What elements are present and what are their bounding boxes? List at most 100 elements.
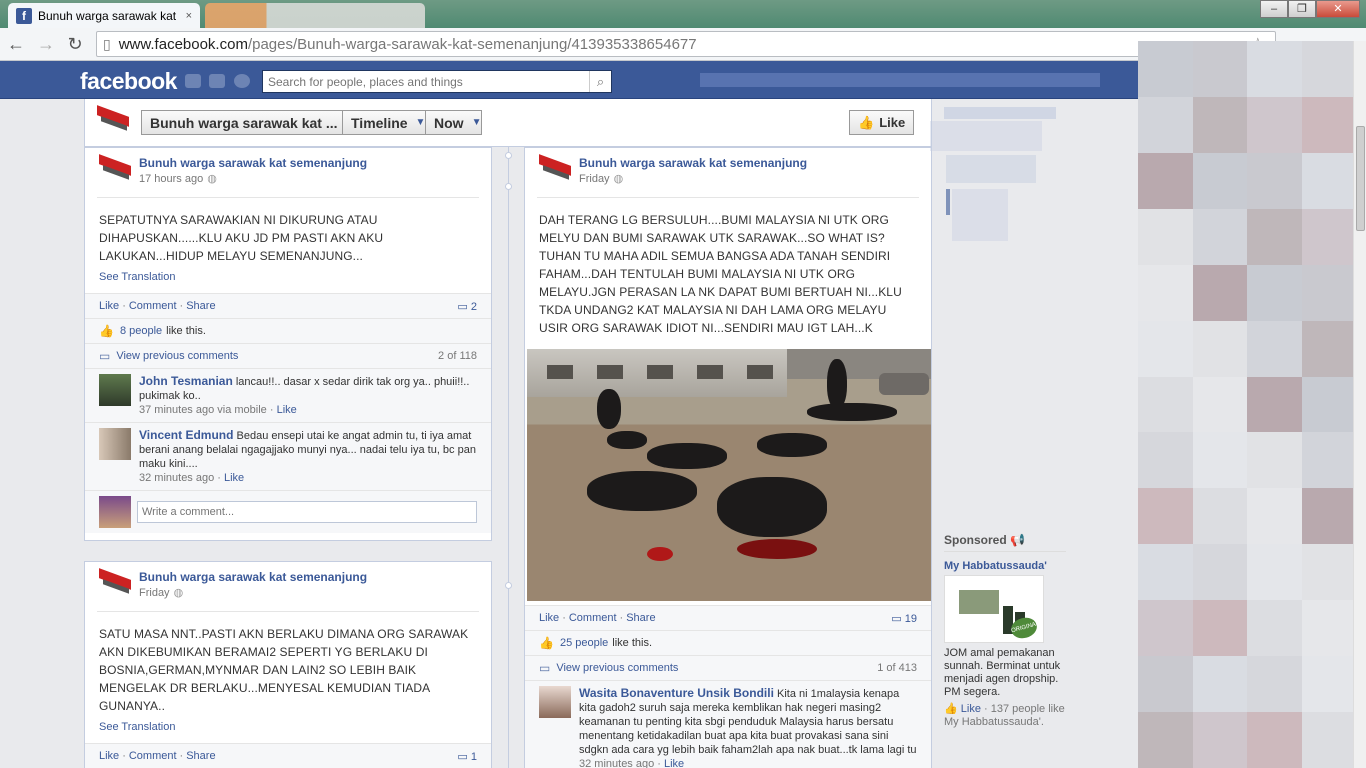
window-controls: – ❐ ✕ [1260,0,1360,18]
timeline-dot [505,183,512,190]
like-link[interactable]: Like [539,612,559,624]
pixelated-block [1247,600,1302,657]
minimize-icon[interactable]: – [1260,0,1288,18]
comments-section: 👍 25 people like this. ▭ View previous c… [525,630,931,768]
likes-suffix: like this. [166,325,206,337]
post-timestamp: Friday ◍ [579,173,624,185]
search-icon[interactable]: ⌕ [589,71,611,92]
address-bar[interactable]: ▯ www.facebook.com/pages/Bunuh-warga-sar… [96,31,1276,57]
back-icon[interactable]: ← [4,32,28,56]
likes-link[interactable]: 8 people [120,325,162,337]
comment-count[interactable]: ▭ 1 [457,750,477,763]
post-actions: Like · Comment · Share ▭ 19 [525,605,931,630]
write-comment-row [85,491,491,533]
view-previous-comments-link[interactable]: View previous comments [116,350,238,362]
ad-image[interactable]: ORIGINAL [944,575,1044,643]
url-path: /pages/Bunuh-warga-sarawak-kat-semenanju… [247,35,697,53]
facebook-top-bar: facebook ⌕ [0,61,1138,99]
comment-input[interactable] [137,501,477,523]
comment-count[interactable]: ▭ 2 [457,300,477,313]
post-author-name[interactable]: Bunuh warga sarawak kat semenanjung [139,156,367,170]
post-author-picture[interactable] [99,156,131,188]
post-author-name[interactable]: Bunuh warga sarawak kat semenanjung [579,156,807,170]
page-selector[interactable]: Bunuh warga sarawak kat ... [141,110,343,135]
scrollbar[interactable] [1353,41,1366,768]
browser-tab-active[interactable]: f Bunuh warga sarawak kat × [8,3,200,28]
see-translation-link[interactable]: See Translation [85,271,491,293]
pixelated-block [1247,41,1302,97]
share-link[interactable]: Share [186,750,215,762]
comment-bubble-icon: ▭ [539,661,551,675]
post-photo[interactable] [527,349,931,601]
comment-time: 32 minutes ago [139,472,215,484]
share-link[interactable]: Share [186,300,215,312]
sponsored-section: Sponsored 📢 My Habbatussauda' ORIGINAL J… [944,533,1066,729]
pixelated-block [1301,208,1356,265]
commenter-name[interactable]: John Tesmanian [139,374,233,388]
see-translation-link[interactable]: See Translation [85,721,491,743]
ad-like-link[interactable]: Like [961,703,981,715]
post-author-name[interactable]: Bunuh warga sarawak kat semenanjung [139,570,367,584]
ad-title[interactable]: My Habbatussauda' [944,560,1066,573]
comment-link[interactable]: Comment [129,750,177,762]
pixelated-block [1247,544,1302,601]
pixelated-block [1247,656,1302,713]
pixelated-block [1301,376,1356,433]
friend-requests-icon[interactable] [185,74,201,88]
avatar [99,496,131,528]
like-link[interactable]: Like [99,300,119,312]
comment-link[interactable]: Comment [569,612,617,624]
scrollbar-thumb[interactable] [1356,126,1365,231]
comment-time: 32 minutes ago [579,758,655,768]
like-link[interactable]: Like [99,750,119,762]
comment-count[interactable]: ▭ 19 [891,612,917,625]
timeline-post: Bunuh warga sarawak kat semenanjung Frid… [84,561,492,768]
comment-icon: ▭ [457,300,471,313]
comment-like-link[interactable]: Like [224,472,244,484]
view-previous-comments-link[interactable]: View previous comments [556,662,678,674]
tab-close-icon[interactable]: × [186,10,192,22]
comment-bubble-icon: ▭ [99,349,111,363]
avatar[interactable] [539,686,571,718]
post-text: SEPATUTNYA SARAWAKIAN NI DIKURUNG ATAU D… [99,213,384,263]
avatar[interactable] [99,374,131,406]
post-author-picture[interactable] [539,156,571,188]
notifications-globe-icon[interactable] [234,74,250,88]
comment-like-link[interactable]: Like [664,758,684,768]
close-window-icon[interactable]: ✕ [1316,0,1360,18]
comment-like-link[interactable]: Like [277,404,297,416]
pixelated-block [1301,544,1356,601]
share-link[interactable]: Share [626,612,655,624]
search-input[interactable] [263,71,589,92]
messages-icon[interactable] [209,74,225,88]
page-like-button[interactable]: 👍 Like [849,110,915,135]
commenter-name[interactable]: Vincent Edmund [139,428,233,442]
pixelated-block [1301,488,1356,545]
pixelated-block [1138,600,1193,657]
pixelated-block [1138,544,1193,601]
maximize-icon[interactable]: ❐ [1288,0,1316,18]
likes-row: 👍 25 people like this. [525,631,931,656]
avatar[interactable] [99,428,131,460]
facebook-favicon-icon: f [16,7,32,24]
page-profile-picture[interactable] [97,107,129,139]
facebook-logo[interactable]: facebook [80,68,177,95]
post-author-picture[interactable] [99,570,131,602]
timeline-selector[interactable]: Timeline ▼ [342,110,426,135]
chevron-down-icon: ▼ [471,117,482,128]
now-selector[interactable]: Now ▼ [425,110,482,135]
reload-icon[interactable]: ↻ [63,32,87,56]
pixelated-right-column [1138,41,1356,768]
commenter-name[interactable]: Wasita Bonaventure Unsik Bondili [579,686,774,700]
comment-icon: ▭ [457,750,471,763]
timeline-post: Bunuh warga sarawak kat semenanjung Frid… [524,147,932,768]
search-box[interactable]: ⌕ [262,70,612,93]
comment-link[interactable]: Comment [129,300,177,312]
likes-link[interactable]: 25 people [560,637,608,649]
post-header: Bunuh warga sarawak kat semenanjung Frid… [97,562,479,612]
ad-like-row: 👍 Like · 137 people like My Habbatussaud… [944,703,1065,728]
forward-icon[interactable]: → [34,32,58,56]
browser-tab-blurred[interactable] [205,3,425,28]
pixelated-block [1301,264,1356,321]
pixelated-block [1247,488,1302,545]
